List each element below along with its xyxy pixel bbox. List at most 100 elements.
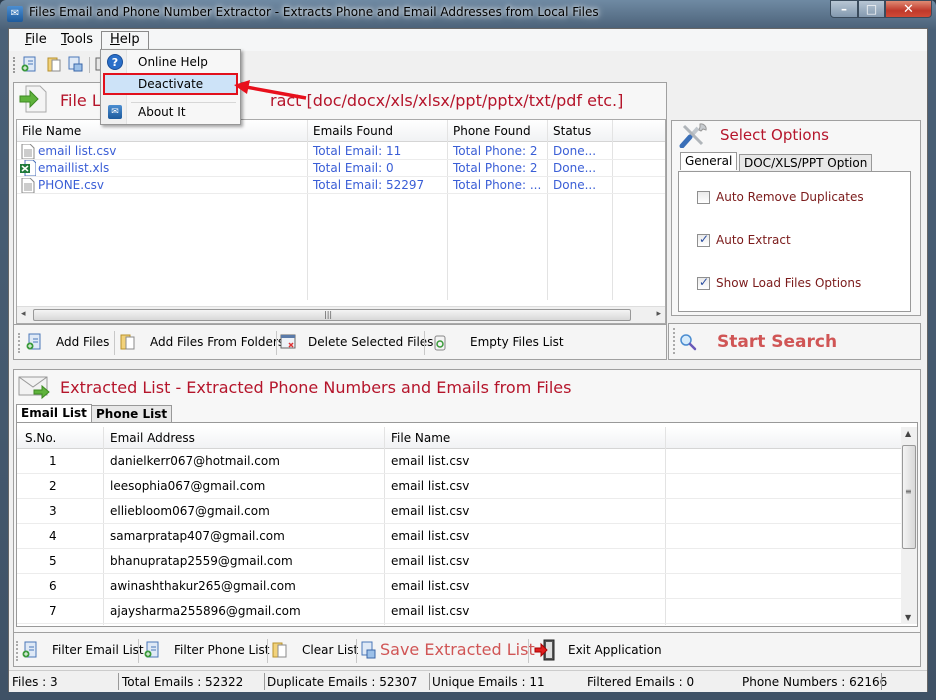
file-list-title-left: File L [60,91,101,110]
col-file-name[interactable]: File Name [391,431,450,445]
sno-cell: 3 [49,504,57,518]
phone-found-cell: Total Phone: 2 [453,161,538,175]
save-extracted-list-button[interactable]: Save Extracted List [360,633,535,666]
col-email-address[interactable]: Email Address [110,431,195,445]
clear-list-button[interactable]: Clear List [272,633,358,666]
auto-remove-duplicates-label[interactable]: Auto Remove Duplicates [716,190,864,204]
col-file-name[interactable]: File Name [22,124,81,138]
file-row[interactable]: emaillist.xls Total Email: 0 Total Phone… [17,160,665,177]
search-icon [680,333,697,350]
col-sno[interactable]: S.No. [25,431,56,445]
app-window: ✉ Files Email and Phone Number Extractor… [0,0,936,700]
email-address-cell: awinashthakur265@gmail.com [110,579,296,593]
minimize-button[interactable]: – [830,0,858,18]
add-files-icon[interactable] [21,56,37,72]
file-name-cell: email list.csv [391,554,470,568]
email-row[interactable]: 2 leesophia067@gmail.com email list.csv [17,474,901,499]
options-panel: Select Options General DOC/XLS/PPT Optio… [671,120,921,316]
email-address-cell: bhanupratap2559@gmail.com [110,554,293,568]
add-files-label: Add Files [56,335,110,349]
close-button[interactable]: ✕ [885,0,932,18]
status-cell: Done... [553,161,597,175]
status-cell: Done... [553,178,597,192]
menu-about-it[interactable]: ✉ About It [103,101,238,123]
filter-email-list-button[interactable]: Filter Email List [22,633,144,666]
exit-application-button[interactable]: Exit Application [534,633,662,666]
email-row[interactable]: 4 samarpratap407@gmail.com email list.csv [17,524,901,549]
scroll-right-icon[interactable]: ▸ [656,309,661,319]
tab-general[interactable]: General [680,152,738,170]
file-list-title-right: ract [doc/docx/xls/xlsx/ppt/pptx/txt/pdf… [270,91,624,110]
file-name-cell: email list.csv [391,529,470,543]
email-list-vscrollbar[interactable]: ▲ ≡ ▼ [901,427,917,624]
save-extracted-list-label: Save Extracted List [380,640,535,659]
maximize-icon: □ [865,2,878,16]
email-row[interactable]: 3 elliebloom067@gmail.com email list.csv [17,499,901,524]
email-row[interactable]: 7 ajaysharma255896@gmail.com email list.cs… [17,599,901,624]
file-list-hscrollbar[interactable]: ◂ ||| ▸ [17,306,665,323]
sno-cell: 1 [49,454,57,468]
menu-file[interactable]: File [17,32,55,50]
filter-phone-list-button[interactable]: Filter Phone List [144,633,270,666]
delete-selected-files-button[interactable]: Delete Selected Files [280,325,433,359]
col-phone-found[interactable]: Phone Found [453,124,531,138]
file-row[interactable]: PHONE.csv Total Email: 52297 Total Phone… [17,177,665,194]
empty-files-list-label: Empty Files List [470,335,564,349]
email-row[interactable]: 1 danielkerr067@hotmail.com email list.csv [17,449,901,474]
online-help-label: Online Help [138,55,208,69]
text-file-icon [21,178,35,193]
help-dropdown-menu: ? Online Help Deactivate ✉ About It [100,49,241,125]
excel-file-icon [20,160,36,176]
add-files-button[interactable]: Add Files [26,325,109,359]
text-file-icon [21,144,35,159]
status-total-emails: Total Emails : 52322 [122,675,244,689]
email-address-cell: samarpratap407@gmail.com [110,529,285,543]
vscroll-thumb[interactable]: ≡ [902,445,916,549]
menu-tools[interactable]: Tools [53,32,101,50]
show-load-files-options-checkbox[interactable] [697,275,710,290]
options-title: Select Options [720,126,829,144]
scroll-left-icon[interactable]: ◂ [21,309,26,319]
sno-cell: 6 [49,579,57,593]
hscroll-thumb[interactable]: ||| [33,309,631,321]
scroll-up-icon[interactable]: ▲ [905,429,911,438]
email-row[interactable]: 5 bhanupratap2559@gmail.com email list.csv [17,549,901,574]
menu-online-help[interactable]: ? Online Help [103,51,238,73]
mail-icon: ✉ [108,105,122,119]
exit-application-label: Exit Application [568,642,662,657]
status-files: Files : 3 [12,675,58,689]
empty-files-list-button[interactable]: Empty Files List [432,325,564,359]
start-search-button[interactable]: Start Search [679,324,837,359]
email-row[interactable]: 6 awinashthakur265@gmail.com email list.cs… [17,574,901,599]
scroll-down-icon[interactable]: ▼ [905,613,911,622]
file-name-cell: PHONE.csv [38,178,105,192]
toolbar-grip[interactable] [13,57,15,73]
sno-cell: 4 [49,529,57,543]
tab-phone-list[interactable]: Phone List [91,405,173,423]
col-status[interactable]: Status [553,124,591,138]
tab-doc-xls-ppt[interactable]: DOC/XLS/PPT Option [739,154,873,172]
menu-deactivate[interactable]: Deactivate [103,73,238,95]
col-emails-found[interactable]: Emails Found [313,124,393,138]
show-load-files-options-label[interactable]: Show Load Files Options [716,276,861,290]
status-phone-numbers: Phone Numbers : 62166 [742,675,888,689]
status-filtered-emails: Filtered Emails : 0 [587,675,695,689]
deactivate-label: Deactivate [138,77,204,91]
file-name-cell: email list.csv [391,454,470,468]
maximize-button[interactable]: □ [858,0,885,18]
add-files-from-folders-button[interactable]: Add Files From Folders [120,325,284,359]
save-list-icon[interactable] [67,56,83,72]
add-folder-icon[interactable] [46,56,62,72]
menu-help-label: elp [119,32,140,47]
file-row[interactable]: email list.csv Total Email: 11 Total Pho… [17,143,665,160]
file-name-cell: email list.csv [391,504,470,518]
annotation-arrow-icon [234,80,307,100]
email-address-cell: elliebloom067@gmail.com [110,504,270,518]
auto-extract-checkbox[interactable] [697,232,710,247]
phone-found-cell: Total Phone: ... [453,178,542,192]
menu-bar: File Tools Help [9,29,927,52]
auto-remove-duplicates-checkbox[interactable] [697,191,710,204]
tab-email-list[interactable]: Email List [16,404,92,422]
general-tab-content: Auto Remove Duplicates Auto Extract Show… [678,171,911,312]
auto-extract-label[interactable]: Auto Extract [716,233,791,247]
